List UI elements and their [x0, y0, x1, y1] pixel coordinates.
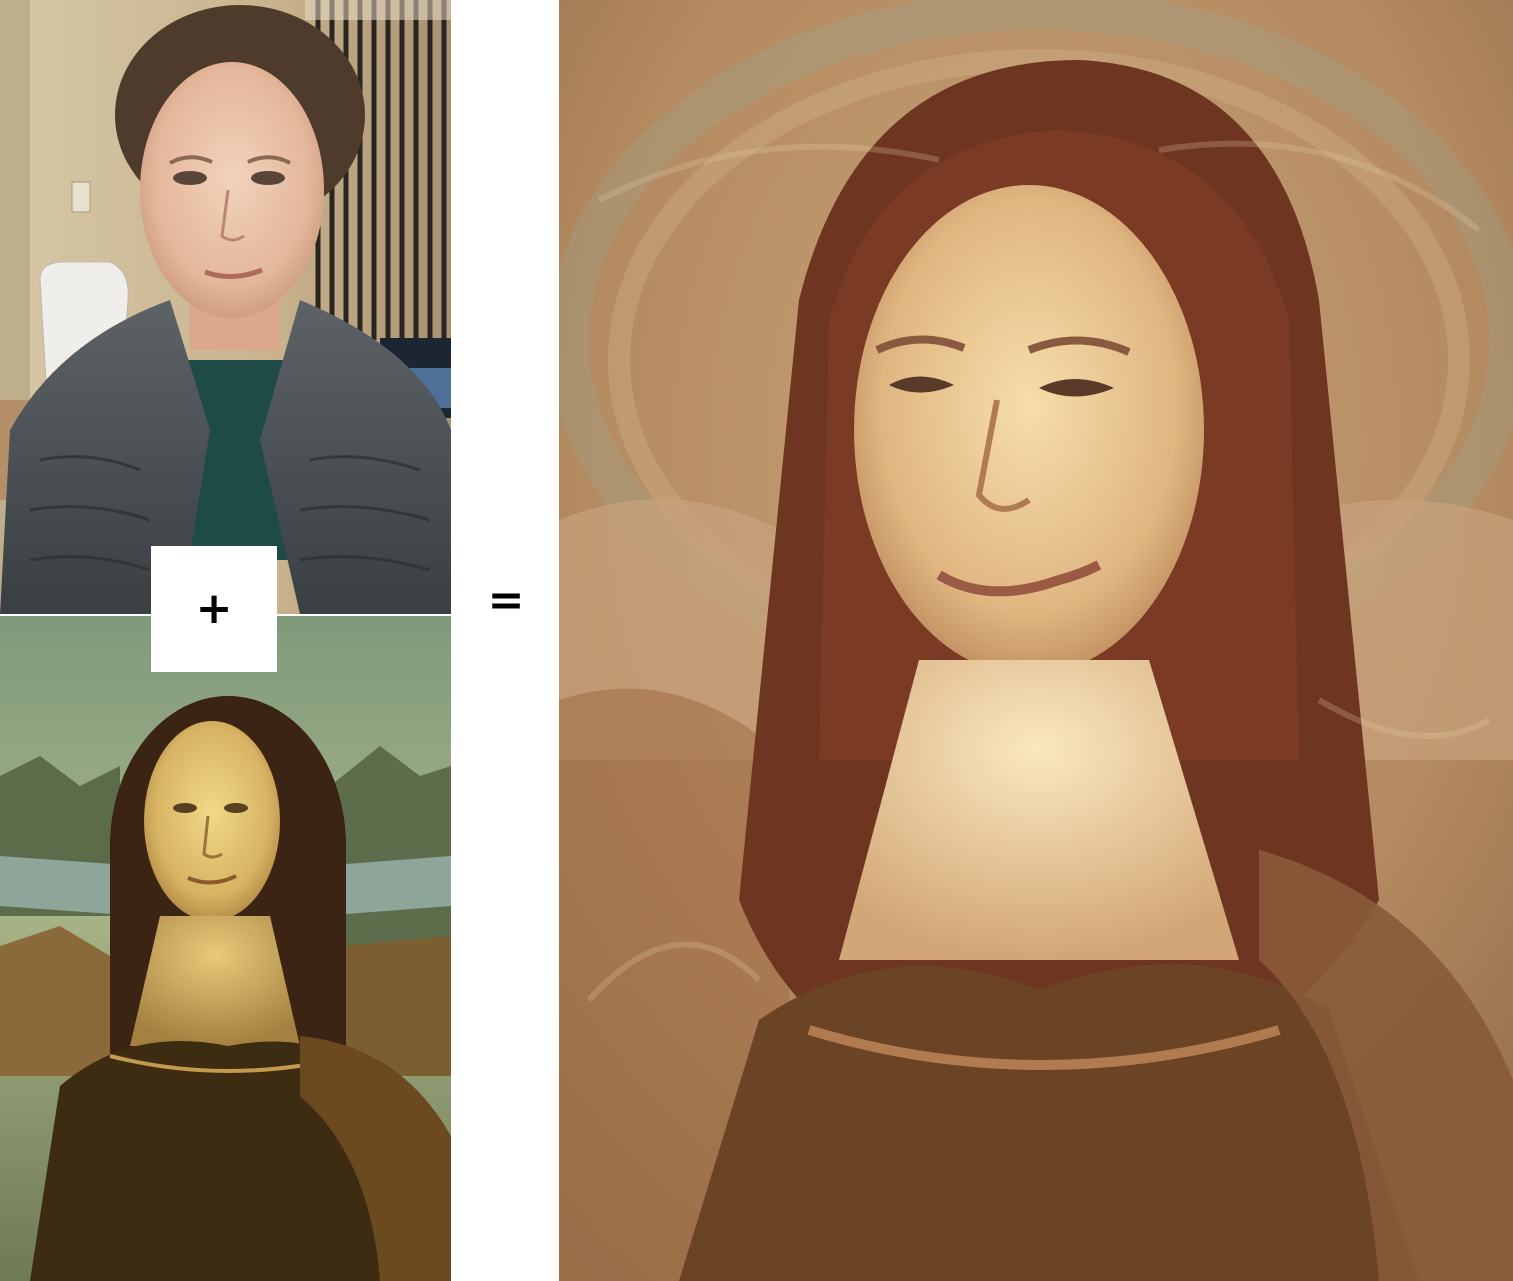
result-painting — [559, 0, 1513, 1281]
plus-sign: + — [195, 583, 233, 634]
source-painting — [0, 616, 451, 1281]
stylized-portrait-icon — [559, 0, 1513, 1281]
source-photo — [0, 0, 451, 614]
photo-icon — [0, 0, 451, 614]
equals-sign: = — [487, 575, 525, 626]
painting-icon — [0, 616, 451, 1281]
equals-operator: = — [478, 573, 534, 629]
plus-operator-box: + — [151, 546, 277, 672]
